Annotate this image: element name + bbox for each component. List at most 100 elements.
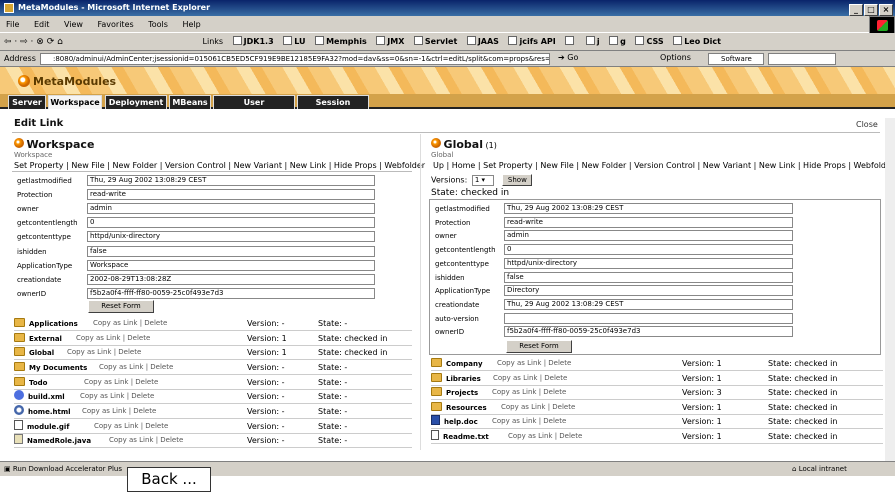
item-actions[interactable]: Copy as Link | Delete [501, 401, 575, 414]
status-left-text: Run Download Accelerator Plus [12, 465, 122, 473]
list-item[interactable]: home.html Copy as Link | Delete Version: -… [14, 404, 412, 418]
item-name[interactable]: NamedRole.java [27, 437, 91, 445]
property-name: Protection [435, 218, 471, 227]
property-value-input[interactable]: 0 [504, 244, 793, 256]
item-state: State: checked in [768, 417, 838, 427]
property-name: ApplicationType [435, 287, 491, 296]
file-icon [14, 419, 23, 430]
item-version: Version: 1 [682, 402, 722, 412]
row-separator [14, 447, 412, 449]
file-icon [14, 434, 23, 445]
property-value-input[interactable]: f5b2a0f4-ffff-ff80-0059-25c0f493e7d3 [504, 326, 793, 338]
item-version: Version: - [247, 436, 285, 446]
property-value-input[interactable]: Thu, 29 Aug 2002 13:08:29 CEST [504, 203, 793, 214]
item-state: State: checked in [768, 388, 838, 398]
item-version: Version: 3 [682, 388, 722, 398]
item-actions[interactable]: Copy as Link | Delete [109, 434, 183, 447]
row-separator [431, 443, 883, 444]
item-version: Version: - [247, 392, 285, 402]
item-name[interactable]: Readme.txt [443, 433, 489, 441]
list-item[interactable]: help.doc Copy as Link | Delete Version: 1 S… [431, 415, 883, 428]
item-actions[interactable]: Copy as Link | Delete [82, 405, 156, 418]
list-item[interactable]: Todo Copy as Link | Delete Version: - State… [14, 376, 412, 389]
item-version: Version: - [247, 406, 285, 416]
property-value-input[interactable]: admin [504, 230, 793, 242]
folder-icon [14, 361, 25, 371]
item-state: State: - [318, 436, 348, 446]
property-name: getlastmodified [435, 205, 490, 213]
item-name[interactable]: module.gif [27, 423, 69, 431]
folder-icon [431, 372, 442, 382]
folder-icon [431, 401, 442, 411]
item-name[interactable]: Projects [446, 389, 478, 397]
item-version: Version: 1 [682, 373, 722, 383]
list-item[interactable]: build.xml Copy as Link | Delete Version: -… [14, 390, 412, 403]
item-name[interactable]: Libraries [446, 375, 481, 383]
property-value-input[interactable]: Thu, 29 Aug 2002 13:08:29 CEST [504, 298, 793, 310]
property-name: ownerID [435, 328, 465, 337]
item-state: State: - [318, 406, 348, 416]
list-item[interactable]: module.gif Copy as Link | Delete Version: … [14, 419, 412, 433]
item-name[interactable]: My Documents [29, 364, 87, 372]
item-state: State: checked in [768, 432, 838, 441]
item-actions[interactable]: Copy as Link | Delete [84, 376, 158, 389]
file-icon [14, 404, 24, 415]
list-item[interactable]: Readme.txt Copy as Link | Delete Version: … [431, 430, 883, 443]
item-state: State: checked in [768, 359, 838, 368]
property-value-input[interactable] [504, 312, 793, 324]
item-name[interactable]: home.html [28, 408, 71, 416]
property-name: getcontenttype [435, 259, 489, 268]
item-state: State: checked in [768, 402, 838, 412]
property-name: creationdate [435, 300, 480, 309]
item-actions[interactable]: Copy as Link | Delete [492, 415, 566, 428]
property-name: owner [435, 232, 457, 241]
folder-icon [431, 358, 442, 367]
file-icon [14, 390, 24, 401]
item-actions[interactable]: Copy as Link | Delete [497, 357, 571, 370]
vertical-scrollbar[interactable] [885, 118, 895, 461]
item-actions[interactable]: Copy as Link | Delete [508, 430, 582, 443]
file-icon [431, 430, 439, 440]
property-name: getcontentlength [435, 246, 496, 255]
item-state: State: checked in [768, 373, 838, 383]
item-version: Version: - [247, 377, 285, 387]
item-state: State: - [318, 421, 348, 431]
ie-page-icon: ▣ [4, 465, 11, 473]
item-name[interactable]: Todo [29, 379, 47, 387]
file-icon [431, 415, 440, 426]
status-zone: ⌂ Local intranet [792, 462, 847, 476]
property-value-input[interactable]: httpd/unix-directory [504, 257, 793, 269]
right-reset-form-button[interactable]: Reset Form [506, 340, 572, 353]
property-name: auto-version [435, 314, 479, 323]
item-name[interactable]: Company [446, 360, 483, 368]
list-item[interactable]: Projects Copy as Link | Delete Version: 3 S… [431, 386, 883, 399]
property-name: ishidden [435, 273, 465, 282]
item-actions[interactable]: Copy as Link | Delete [99, 361, 173, 374]
item-actions[interactable]: Copy as Link | Delete [94, 420, 168, 433]
item-version: Version: 1 [682, 432, 722, 441]
item-version: Version: 1 [682, 359, 722, 368]
status-left: ▣ Run Download Accelerator Plus [4, 462, 122, 476]
back-button[interactable]: Back ... [127, 467, 211, 492]
item-actions[interactable]: Copy as Link | Delete [80, 390, 154, 403]
item-version: Version: 1 [682, 417, 722, 427]
list-item[interactable]: Libraries Copy as Link | Delete Version: 1… [431, 372, 883, 385]
item-state: State: - [318, 377, 348, 387]
list-item[interactable]: My Documents Copy as Link | Delete Version… [14, 361, 412, 374]
property-value-input[interactable]: Directory [504, 285, 793, 297]
item-name[interactable]: help.doc [444, 418, 478, 426]
item-name[interactable]: build.xml [28, 393, 65, 401]
list-item[interactable]: Company Copy as Link | Delete Version: 1 St… [431, 357, 883, 370]
list-item[interactable]: NamedRole.java Copy as Link | Delete Versi… [14, 434, 412, 447]
folder-icon [431, 387, 442, 397]
right-properties-table: getlastmodified Thu, 29 Aug 2002 13:08:29… [0, 0, 895, 360]
item-actions[interactable]: Copy as Link | Delete [492, 386, 566, 399]
item-actions[interactable]: Copy as Link | Delete [493, 372, 567, 385]
property-value-input[interactable]: false [504, 271, 793, 283]
list-item[interactable]: Resources Copy as Link | Delete Version: 1… [431, 401, 883, 414]
item-state: State: - [318, 392, 348, 402]
intranet-icon: ⌂ [792, 465, 797, 473]
status-zone-text: Local intranet [798, 465, 847, 473]
property-value-input[interactable]: read-write [504, 216, 793, 228]
item-name[interactable]: Resources [446, 404, 487, 412]
